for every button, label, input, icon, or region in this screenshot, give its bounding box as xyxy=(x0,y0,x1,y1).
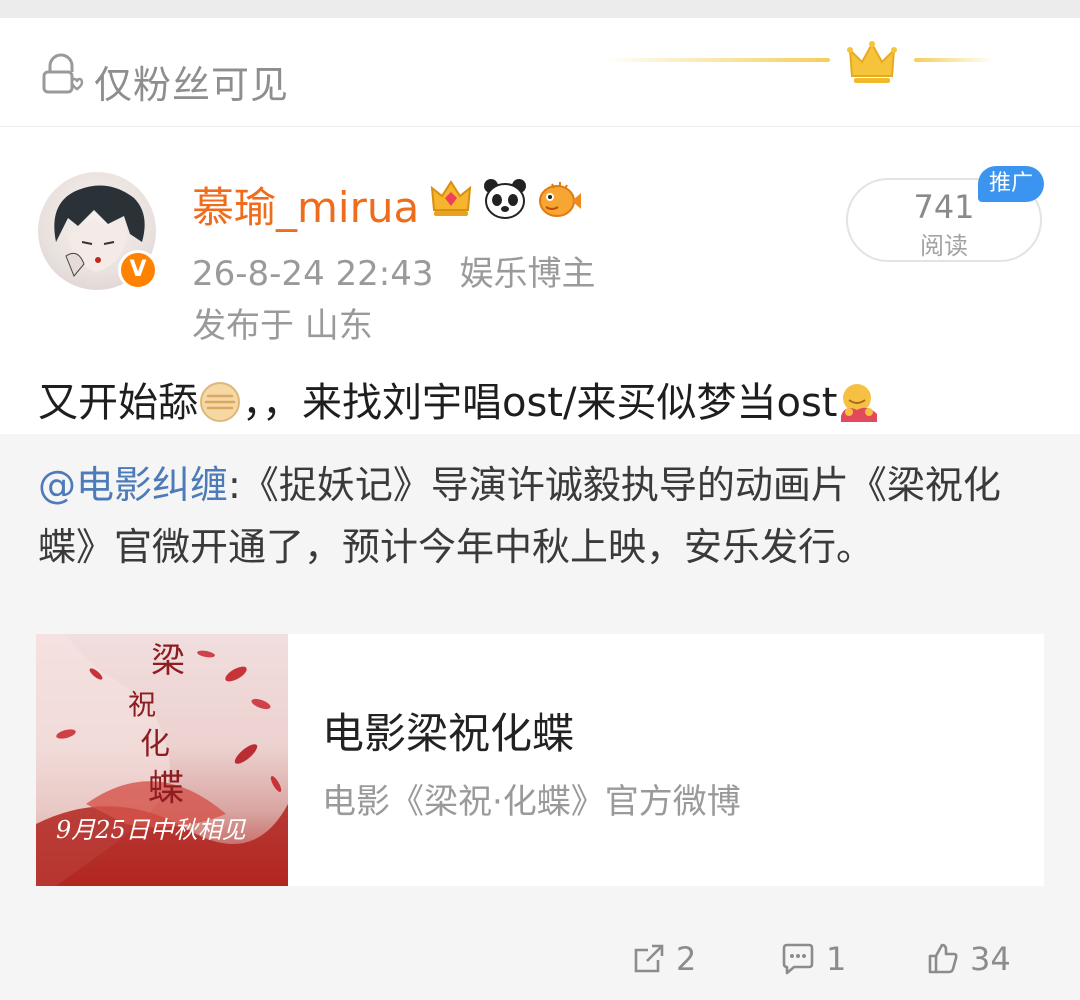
post-content: 又开始舔 ，，来找刘宇唱ost/来买似梦当ost xyxy=(38,370,881,428)
comment-count: 1 xyxy=(826,940,847,978)
share-count: 2 xyxy=(676,940,697,978)
like-count: 34 xyxy=(970,940,1011,978)
gold-decoration-line xyxy=(914,58,994,62)
read-label: 阅读 xyxy=(920,232,968,260)
action-bar: 2 1 34 xyxy=(0,924,1080,994)
link-card[interactable]: 梁 祝 化 蝶 9月25日中秋相见 电影梁祝化蝶 电影《梁祝·化蝶》官方微博 xyxy=(36,634,1044,886)
card-thumb-text: 9月25日中秋相见 xyxy=(56,816,246,844)
verified-badge: V xyxy=(118,250,158,290)
svg-text:梁: 梁 xyxy=(151,641,185,681)
puffer-fish-badge-icon[interactable] xyxy=(536,176,582,222)
share-icon xyxy=(634,944,664,973)
card-title: 电影梁祝化蝶 xyxy=(322,709,575,758)
post-timestamp: 26-8-24 22:43 xyxy=(192,254,434,294)
promote-badge[interactable]: 推广 xyxy=(978,166,1044,202)
biscuit-emoji-icon xyxy=(200,382,240,422)
lock-heart-icon xyxy=(42,53,84,94)
poster-art: 梁 祝 化 蝶 xyxy=(36,634,288,886)
post-location: 发布于 山东 xyxy=(192,306,373,346)
post-text-part1: 又开始舔 xyxy=(38,380,198,426)
gold-decoration-line xyxy=(600,58,830,62)
post-text-part2: ，，来找刘宇唱ost/来买似梦当ost xyxy=(242,380,838,426)
post-meta: 26-8-24 22:43 娱乐博主 xyxy=(192,246,596,295)
crown-badge-icon[interactable] xyxy=(428,176,474,222)
card-thumbnail: 梁 祝 化 蝶 9月25日中秋相见 xyxy=(36,634,288,886)
like-button[interactable]: 34 xyxy=(926,924,1011,994)
top-strip xyxy=(0,0,1080,18)
panda-badge-icon[interactable] xyxy=(482,176,528,222)
comment-icon xyxy=(782,943,814,975)
visibility-row: 仅粉丝可见 xyxy=(0,18,1080,127)
comment-button[interactable]: 1 xyxy=(780,924,846,994)
repost-section[interactable]: @电影纠缠:《捉妖记》导演许诚毅执导的动画片《梁祝化蝶》官微开通了，预计今年中秋… xyxy=(0,434,1080,1000)
svg-text:祝: 祝 xyxy=(128,688,156,721)
visibility-label: 仅粉丝可见 xyxy=(94,63,290,107)
mention-link[interactable]: @电影纠缠 xyxy=(38,463,228,507)
share-button[interactable]: 2 xyxy=(632,924,696,994)
svg-text:化: 化 xyxy=(140,727,170,762)
card-description: 电影《梁祝·化蝶》官方微博 xyxy=(322,782,741,822)
author-category: 娱乐博主 xyxy=(459,254,596,294)
thumbs-up-icon xyxy=(928,943,958,974)
author-badges xyxy=(428,176,582,224)
author-name[interactable]: 慕瑜_mirua xyxy=(192,174,419,235)
hug-emoji-icon xyxy=(841,384,878,422)
repost-text: @电影纠缠:《捉妖记》导演许诚毅执导的动画片《梁祝化蝶》官微开通了，预计今年中秋… xyxy=(38,454,1038,578)
svg-text:蝶: 蝶 xyxy=(148,768,184,809)
crown-icon xyxy=(847,41,897,83)
